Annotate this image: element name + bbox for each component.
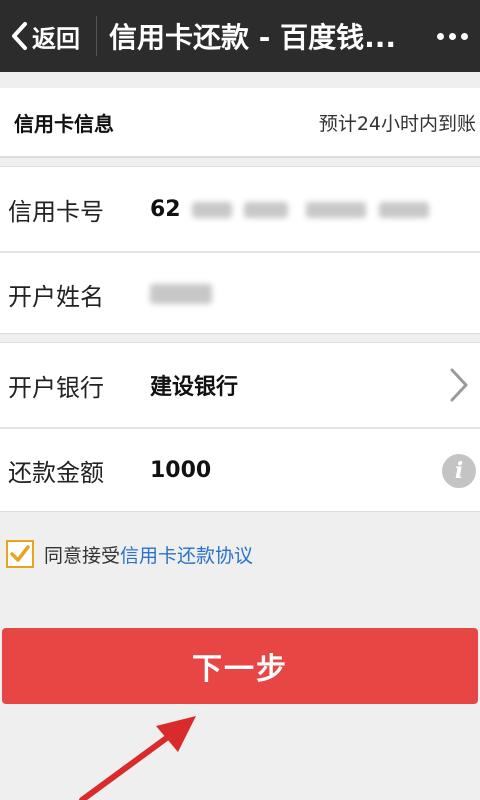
back-button[interactable]: 返回 [0, 0, 96, 72]
masked-digits [379, 201, 430, 218]
card-info-header: 信用卡信息 预计24小时内到账 [0, 88, 480, 158]
bank-label: 开户银行 [8, 373, 104, 402]
masked-name [150, 284, 212, 304]
checkmark-icon [10, 545, 30, 562]
more-button[interactable] [424, 0, 480, 72]
card-number-prefix: 62 [150, 196, 181, 222]
holder-name-row[interactable]: 开户姓名 [0, 251, 480, 335]
card-number-value: 62 [150, 196, 430, 222]
more-icon [436, 32, 444, 40]
amount-input[interactable]: 1000 [150, 458, 211, 483]
more-icon-dot [448, 32, 456, 40]
back-label: 返回 [32, 24, 80, 53]
masked-digits [243, 201, 288, 218]
bank-amount-group: 开户银行 建设银行 还款金额 1000 i [0, 342, 480, 512]
holder-name-label: 开户姓名 [8, 282, 104, 311]
agreement-row: 同意接受 信用卡还款协议 [6, 534, 253, 574]
bank-value: 建设银行 [150, 375, 239, 400]
card-number-row[interactable]: 信用卡号 62 [0, 167, 480, 251]
masked-digits [192, 201, 233, 218]
masked-digits [305, 201, 366, 218]
card-number-label: 信用卡号 [8, 197, 104, 226]
amount-row[interactable]: 还款金额 1000 i [0, 427, 480, 511]
chevron-right-icon [450, 368, 468, 402]
card-details-group: 信用卡号 62 开户姓名 [0, 166, 480, 334]
amount-label: 还款金额 [8, 458, 104, 487]
top-bar: 返回 信用卡还款 - 百度钱... [0, 0, 480, 72]
agreement-checkbox[interactable] [6, 540, 34, 568]
agreement-text: 同意接受 [44, 544, 121, 567]
annotation-arrow [79, 716, 196, 800]
more-icon-dot [460, 32, 468, 40]
arrival-note: 预计24小时内到账 [318, 112, 476, 135]
section-title: 信用卡信息 [14, 111, 114, 136]
bank-row[interactable]: 开户银行 建设银行 [0, 343, 480, 427]
header-divider [96, 16, 97, 56]
agreement-link[interactable]: 信用卡还款协议 [120, 541, 253, 568]
info-icon[interactable]: i [442, 454, 476, 488]
back-chevron-icon [12, 22, 27, 50]
page-title: 信用卡还款 - 百度钱... [109, 21, 397, 54]
next-step-button[interactable]: 下一步 [2, 628, 478, 704]
